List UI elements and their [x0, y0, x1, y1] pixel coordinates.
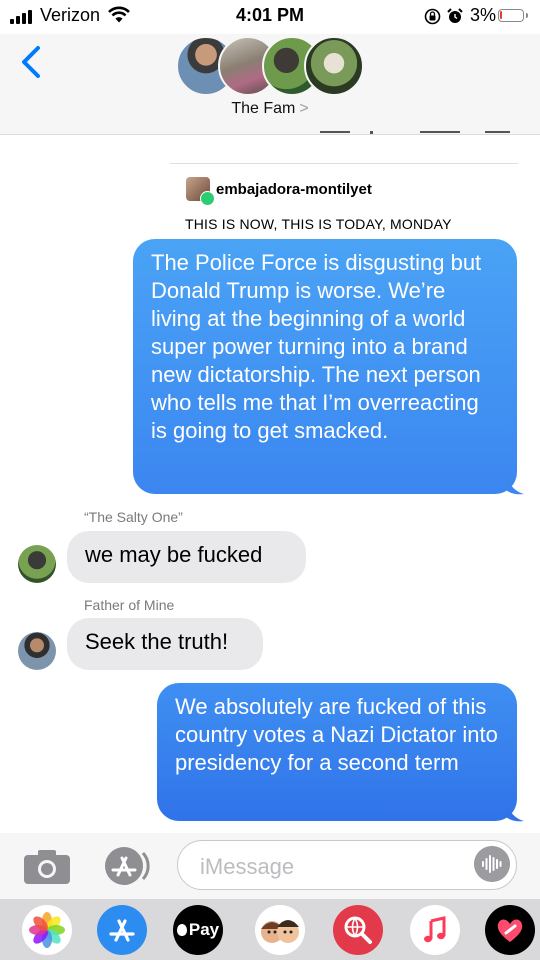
avatar[interactable] [18, 545, 56, 583]
divider [170, 163, 518, 164]
sent-message-bubble[interactable]: We absolutely are fucked of this country… [157, 683, 517, 821]
web-search-icon[interactable] [333, 905, 383, 955]
avatar[interactable] [18, 632, 56, 670]
bubble-tail [506, 803, 524, 822]
shared-post-username[interactable]: embajadora-montilyet [216, 181, 372, 198]
app-store-icon[interactable] [98, 845, 150, 887]
sender-name: Father of Mine [84, 597, 175, 613]
sender-name: “The Salty One” [84, 509, 183, 525]
memoji-icon[interactable] [255, 905, 305, 955]
conversation-header: The Fam > [0, 34, 540, 135]
imessage-app-drawer: Pay [0, 899, 540, 960]
chevron-right-icon: > [299, 100, 309, 117]
bubble-tail [506, 476, 524, 495]
battery-percent: 3% [470, 5, 497, 25]
audio-waveform-icon[interactable] [474, 846, 510, 882]
status-bar: Verizon 4:01 PM 3% [0, 0, 540, 34]
photos-icon[interactable] [22, 905, 72, 955]
apple-pay-label: Pay [188, 920, 220, 939]
group-name-label: The Fam [231, 100, 296, 117]
alarm-icon [447, 8, 463, 23]
message-input-bar: iMessage [0, 833, 540, 899]
app-store-icon[interactable] [97, 905, 147, 955]
battery-icon [498, 9, 528, 22]
sent-message-bubble[interactable]: The Police Force is disgusting but Donal… [133, 239, 517, 494]
music-icon[interactable] [410, 905, 460, 955]
reblog-badge-icon [200, 191, 215, 206]
heart-app-icon[interactable] [485, 905, 535, 955]
group-avatars[interactable] [176, 36, 366, 98]
message-input-placeholder: iMessage [200, 854, 295, 879]
message-input[interactable]: iMessage [177, 840, 517, 890]
received-message-bubble[interactable]: Seek the truth! [67, 618, 263, 670]
back-chevron-icon[interactable] [14, 42, 48, 82]
group-name[interactable]: The Fam > [0, 100, 540, 118]
avatar [304, 36, 364, 96]
rotation-lock-icon [424, 8, 441, 25]
clipped-text-fragment [320, 131, 510, 134]
received-message-bubble[interactable]: we may be fucked [67, 531, 306, 583]
camera-icon[interactable] [22, 846, 72, 886]
apple-logo-icon [176, 924, 187, 936]
apple-pay-icon[interactable]: Pay [173, 905, 223, 955]
shared-post-caption: THIS IS NOW, THIS IS TODAY, MONDAY [185, 216, 452, 232]
